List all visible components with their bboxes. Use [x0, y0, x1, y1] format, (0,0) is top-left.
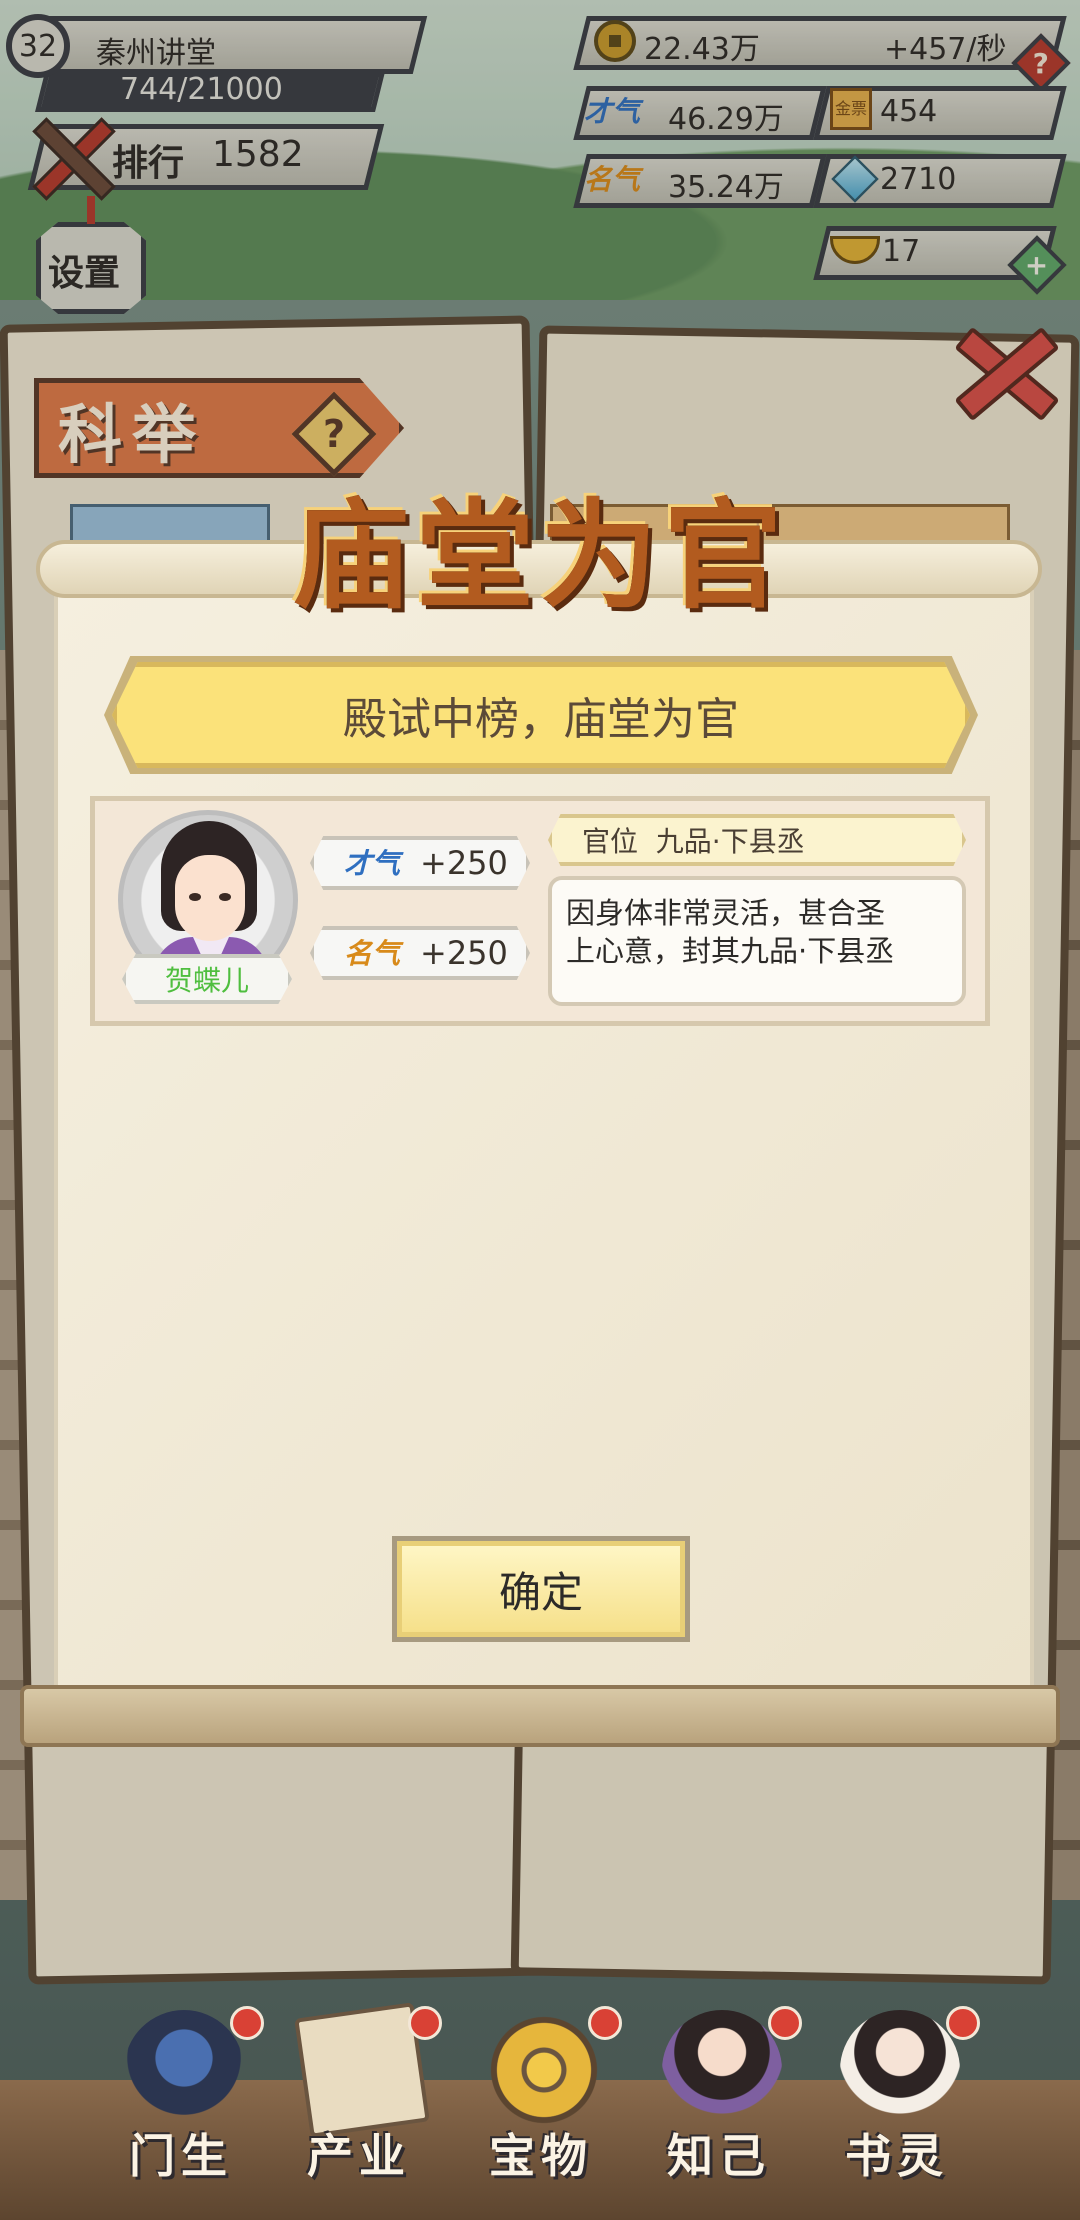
fame-gain-label: 名气 — [344, 937, 401, 970]
industry-badge — [408, 2006, 442, 2040]
nav-item-confidant[interactable]: 知己 — [644, 2010, 794, 2210]
nav-label-industry: 产业 — [307, 2129, 411, 2183]
official-rank-text: 官位 九品·下县丞 — [582, 825, 805, 858]
portrait-eye-left — [189, 893, 201, 901]
nav-label-students: 门生 — [129, 2129, 233, 2183]
scroll-bottom-rod — [20, 1685, 1060, 1747]
talent-gain-label: 才气 — [344, 847, 401, 880]
confidant-badge — [768, 2006, 802, 2040]
talent-gain-value: +250 — [420, 844, 508, 882]
fame-gain-value: +250 — [420, 934, 508, 972]
nav-item-students[interactable]: 门生 — [106, 2010, 256, 2210]
student-name: 贺蝶儿 — [122, 954, 292, 1004]
result-subtitle: 殿试中榜，庙堂为官 — [112, 662, 970, 768]
nav-label-book-spirit: 书灵 — [845, 2129, 949, 2183]
portrait-face — [175, 855, 245, 941]
students-badge — [230, 2006, 264, 2040]
nav-label-confidant: 知己 — [667, 2129, 771, 2183]
nav-item-treasure[interactable]: 宝物 — [466, 2010, 616, 2210]
confidant-icon — [662, 2010, 782, 2130]
description-line-2: 上心意，封其九品·下县丞 — [566, 934, 895, 968]
treasure-badge — [588, 2006, 622, 2040]
book-spirit-icon — [840, 2010, 960, 2130]
portrait-eye-right — [219, 893, 231, 901]
nav-item-industry[interactable]: 产业 — [284, 2002, 434, 2210]
result-description: 因身体非常灵活，甚合圣 上心意，封其九品·下县丞 — [548, 876, 966, 1006]
student-icon — [124, 2010, 244, 2130]
book-spirit-badge — [946, 2006, 980, 2040]
nav-item-book-spirit[interactable]: 书灵 — [822, 2010, 972, 2210]
treasure-compass-icon — [484, 2010, 604, 2130]
official-rank: 官位 九品·下县丞 — [548, 814, 966, 866]
description-line-1: 因身体非常灵活，甚合圣 — [566, 896, 886, 930]
nav-label-treasure: 宝物 — [489, 2129, 593, 2183]
confirm-button[interactable]: 确定 — [392, 1536, 690, 1642]
result-title: 庙堂为官 — [291, 486, 788, 625]
